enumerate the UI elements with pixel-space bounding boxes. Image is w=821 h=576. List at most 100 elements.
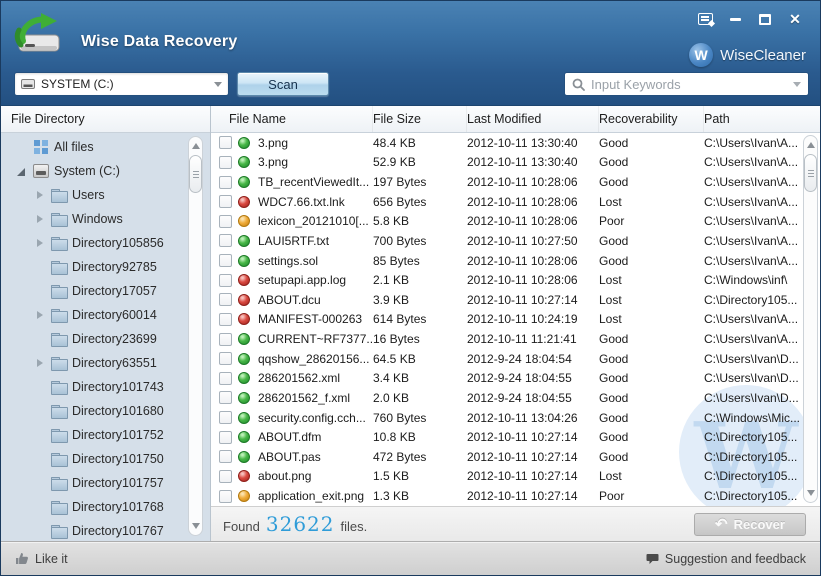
recoverability-status-icon [238,215,250,227]
row-checkbox[interactable] [219,490,232,503]
sidebar-scrollbar-thumb[interactable] [189,155,202,193]
tree-item[interactable]: All files [1,135,210,159]
row-checkbox[interactable] [219,156,232,169]
maximize-button[interactable] [750,8,780,30]
expander-icon[interactable] [35,310,46,321]
scroll-up-icon[interactable] [807,142,815,148]
table-row[interactable]: WDC7.66.txt.lnk 656 Bytes 2012-10-11 10:… [211,192,820,212]
drive-selector[interactable]: SYSTEM (C:) [14,72,229,96]
row-checkbox[interactable] [219,274,232,287]
tree-item[interactable]: Directory101757 [1,471,210,495]
search-input[interactable] [591,77,787,92]
expander-icon[interactable] [35,334,46,345]
folder-icon [51,452,67,466]
table-row[interactable]: application_exit.png 1.3 KB 2012-10-11 1… [211,486,820,506]
brand-logo[interactable]: W WiseCleaner [689,43,806,67]
expander-icon[interactable] [17,142,28,153]
expander-icon[interactable] [35,502,46,513]
tree-item[interactable]: Directory101750 [1,447,210,471]
table-row[interactable]: security.config.cch... 760 Bytes 2012-10… [211,408,820,428]
expander-icon[interactable] [35,454,46,465]
expander-icon[interactable] [35,406,46,417]
column-header-last-modified[interactable]: Last Modified [467,106,599,132]
row-checkbox[interactable] [219,176,232,189]
tree-item[interactable]: Directory63551 [1,351,210,375]
tree-item[interactable]: Directory23699 [1,327,210,351]
table-row[interactable]: TB_recentViewedIt... 197 Bytes 2012-10-1… [211,172,820,192]
expander-icon[interactable] [35,190,46,201]
table-row[interactable]: qqshow_28620156... 64.5 KB 2012-9-24 18:… [211,349,820,369]
table-row[interactable]: setupapi.app.log 2.1 KB 2012-10-11 10:28… [211,270,820,290]
tree-item[interactable]: System (C:) [1,159,210,183]
column-header-recoverability[interactable]: Recoverability [599,106,704,132]
expander-icon[interactable] [35,382,46,393]
row-checkbox[interactable] [219,313,232,326]
scroll-up-icon[interactable] [192,143,200,149]
table-scrollbar-thumb[interactable] [804,154,817,192]
tree-item[interactable]: Directory17057 [1,279,210,303]
tree-item[interactable]: Users [1,183,210,207]
minimize-button[interactable] [720,8,750,30]
expander-icon[interactable] [35,262,46,273]
table-row[interactable]: CURRENT~RF7377... 16 Bytes 2012-10-11 11… [211,329,820,349]
row-checkbox[interactable] [219,195,232,208]
table-row[interactable]: about.png 1.5 KB 2012-10-11 10:27:14 Los… [211,467,820,487]
row-checkbox[interactable] [219,431,232,444]
expander-icon[interactable] [35,286,46,297]
expander-icon[interactable] [35,238,46,249]
close-button[interactable]: ✕ [780,8,810,30]
table-row[interactable]: ABOUT.pas 472 Bytes 2012-10-11 10:27:14 … [211,447,820,467]
row-checkbox[interactable] [219,450,232,463]
column-header-file-size[interactable]: File Size [373,106,467,132]
table-row[interactable]: 3.png 48.4 KB 2012-10-11 13:30:40 Good C… [211,133,820,153]
scroll-down-icon[interactable] [807,490,815,496]
tree-item[interactable]: Directory101768 [1,495,210,519]
menu-button[interactable] [690,8,720,30]
expander-icon[interactable] [35,358,46,369]
tree-item[interactable]: Directory105856 [1,231,210,255]
recover-button[interactable]: ↶ Recover [694,513,806,536]
expander-icon[interactable] [35,430,46,441]
table-row[interactable]: LAUI5RTF.txt 700 Bytes 2012-10-11 10:27:… [211,231,820,251]
row-checkbox[interactable] [219,470,232,483]
tree-item[interactable]: Directory101743 [1,375,210,399]
like-it-link[interactable]: Like it [15,552,68,566]
row-checkbox[interactable] [219,136,232,149]
tree-item[interactable]: Windows [1,207,210,231]
tree-item[interactable]: Directory101680 [1,399,210,423]
column-header-path[interactable]: Path [704,106,820,132]
column-header-file-name[interactable]: File Name [229,106,373,132]
row-checkbox[interactable] [219,411,232,424]
row-checkbox[interactable] [219,391,232,404]
table-row[interactable]: ABOUT.dfm 10.8 KB 2012-10-11 10:27:14 Go… [211,427,820,447]
tree-item[interactable]: Directory92785 [1,255,210,279]
scan-button[interactable]: Scan [237,72,329,96]
expander-icon[interactable] [17,166,28,177]
search-box[interactable] [564,72,809,96]
row-checkbox[interactable] [219,234,232,247]
sidebar-scrollbar[interactable] [188,136,203,536]
table-row[interactable]: lexicon_20121010[... 5.8 KB 2012-10-11 1… [211,212,820,232]
table-row[interactable]: ABOUT.dcu 3.9 KB 2012-10-11 10:27:14 Los… [211,290,820,310]
expander-icon[interactable] [35,526,46,537]
expander-icon[interactable] [35,478,46,489]
row-checkbox[interactable] [219,372,232,385]
table-row[interactable]: 286201562.xml 3.4 KB 2012-9-24 18:04:55 … [211,369,820,389]
table-row[interactable]: settings.sol 85 Bytes 2012-10-11 10:28:0… [211,251,820,271]
table-row[interactable]: 286201562_f.xml 2.0 KB 2012-9-24 18:04:5… [211,388,820,408]
row-checkbox[interactable] [219,352,232,365]
cell-file-size: 1.5 KB [373,469,467,483]
scroll-down-icon[interactable] [192,523,200,529]
table-row[interactable]: 3.png 52.9 KB 2012-10-11 13:30:40 Good C… [211,153,820,173]
tree-item[interactable]: Directory101752 [1,423,210,447]
row-checkbox[interactable] [219,215,232,228]
tree-item[interactable]: Directory60014 [1,303,210,327]
expander-icon[interactable] [35,214,46,225]
row-checkbox[interactable] [219,333,232,346]
row-checkbox[interactable] [219,293,232,306]
table-row[interactable]: MANIFEST-000263 614 Bytes 2012-10-11 10:… [211,310,820,330]
row-checkbox[interactable] [219,254,232,267]
table-scrollbar[interactable] [803,135,818,503]
feedback-link[interactable]: Suggestion and feedback [646,552,806,566]
tree-item[interactable]: Directory101767 [1,519,210,541]
